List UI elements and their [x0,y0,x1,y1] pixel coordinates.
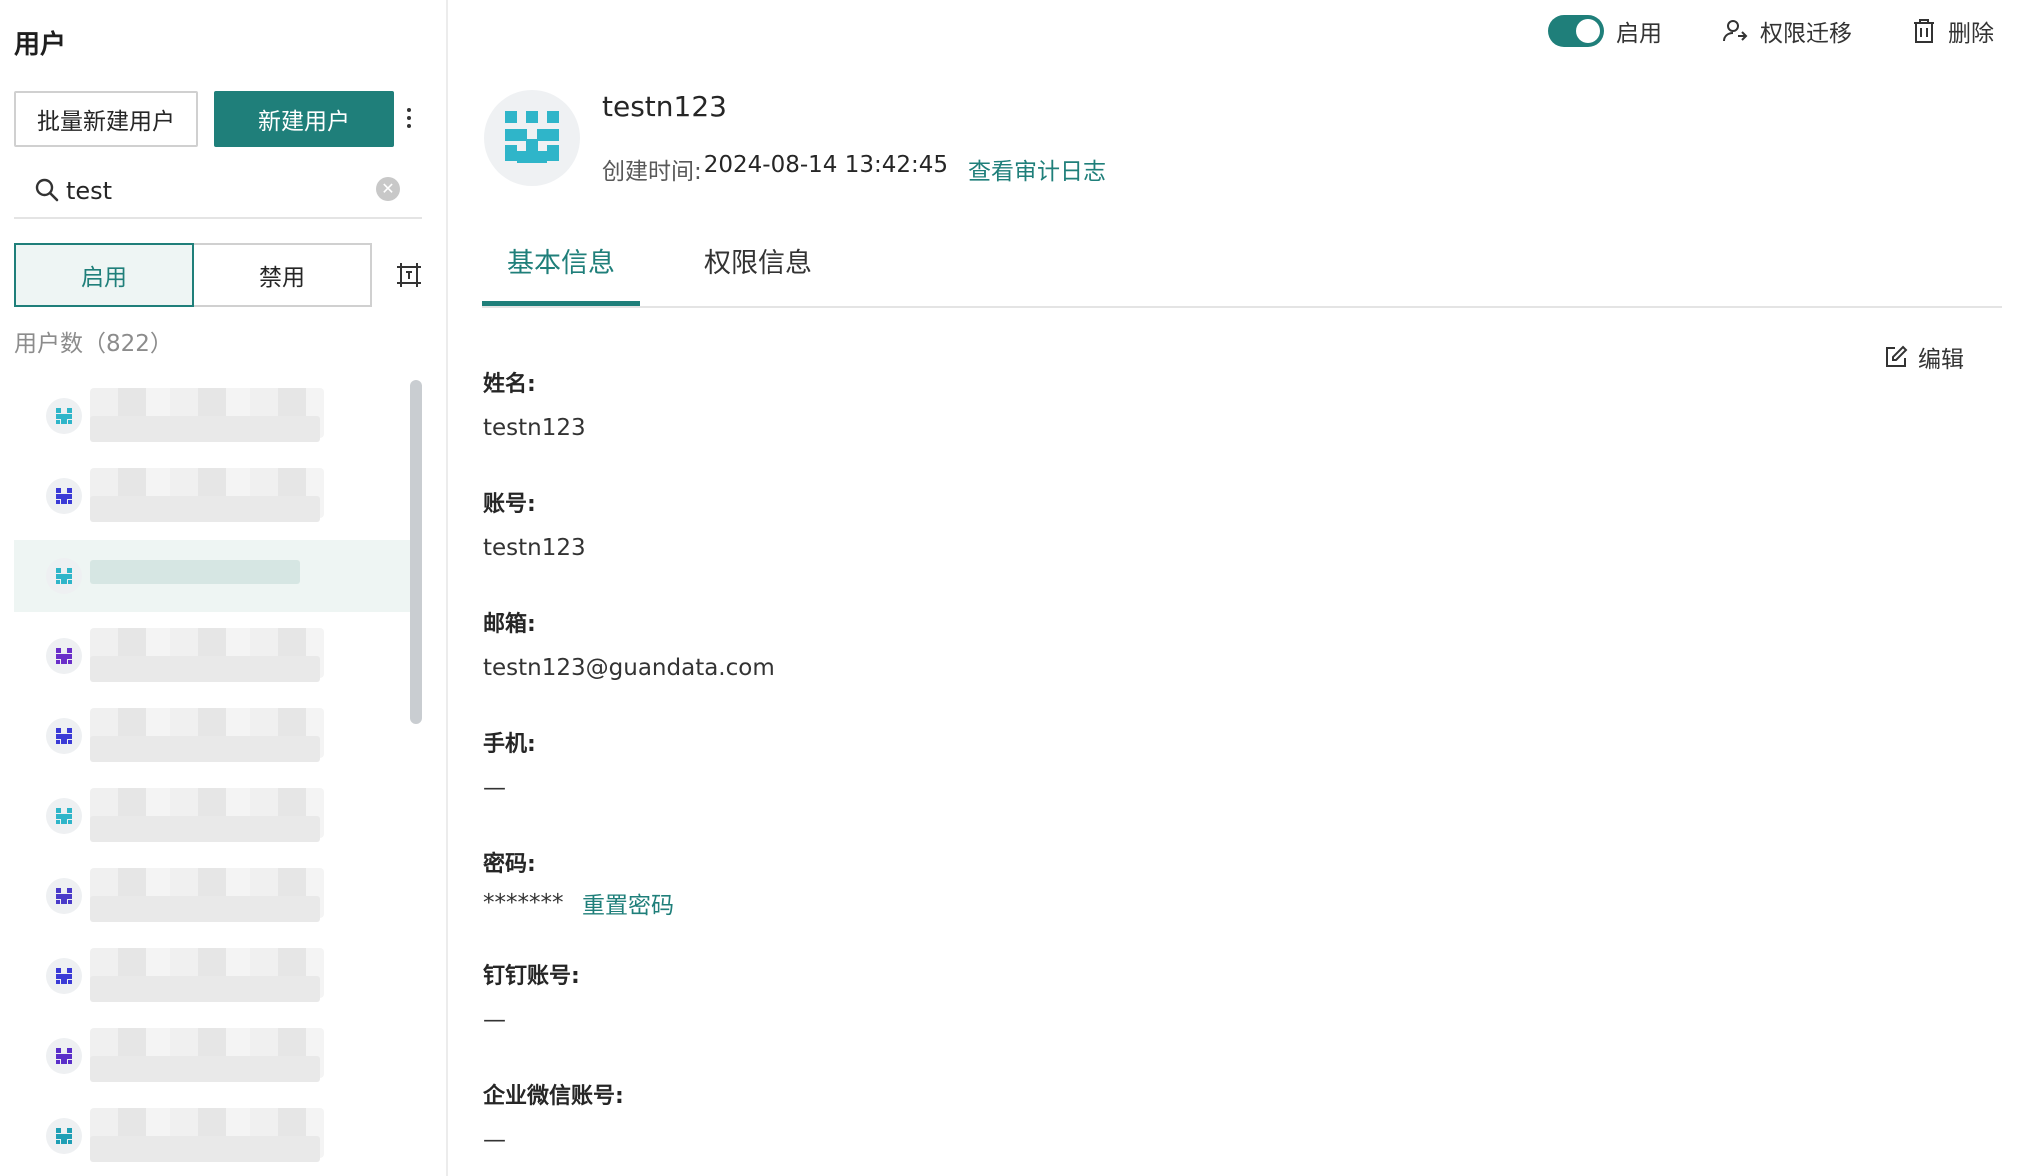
detail-tabs: 基本信息 权限信息 [482,244,2002,308]
filter-disabled-tab[interactable]: 禁用 [192,243,372,307]
created-value: 2024-08-14 13:42:45 [703,152,949,178]
name-value: testn123 [483,415,586,441]
created-time: 创建时间: 2024-08-14 13:42:45 查看审计日志 [602,152,1106,186]
user-account-blurred [90,1136,320,1162]
user-account-blurred [90,416,320,442]
batch-create-user-button[interactable]: 批量新建用户 [14,91,198,147]
reset-password-link[interactable]: 重置密码 [582,886,674,920]
user-detail: 启用 权限迁移 删除 testn123 创建时间: 2024-08-14 13:… [450,0,2018,1176]
user-account-blurred [90,816,320,842]
user-avatar-small [46,638,82,674]
user-account-blurred [90,736,320,762]
clear-icon[interactable]: ✕ [376,177,400,201]
dingtalk-value: — [483,1007,506,1033]
user-account-blurred [90,896,320,922]
tab-basic-info[interactable]: 基本信息 [482,244,640,306]
user-name-title: testn123 [602,90,727,123]
delete-label: 删除 [1948,21,1994,47]
user-avatar-small [46,558,82,594]
phone-label: 手机: [483,732,536,757]
user-list-item[interactable] [14,860,410,932]
user-list-item[interactable] [14,700,410,772]
search-icon [35,178,59,202]
filter-enabled-tab[interactable]: 启用 [14,243,194,307]
user-sidebar: 用户 批量新建用户 新建用户 ✕ 启用 禁用 用户数（822） [0,0,448,1176]
name-label: 姓名: [483,372,536,397]
phone-value: — [483,775,506,801]
user-list-item[interactable] [14,460,410,532]
audit-log-link[interactable]: 查看审计日志 [968,152,1106,186]
user-list-item[interactable] [14,1020,410,1092]
user-avatar [484,90,580,186]
user-list-item[interactable] [14,780,410,852]
user-transfer-icon [1723,20,1748,42]
search-input[interactable] [66,173,366,209]
detail-toolbar: 启用 权限迁移 删除 [1548,14,1994,48]
user-count: 用户数（822） [14,331,173,357]
user-avatar-small [46,798,82,834]
user-avatar-small [46,958,82,994]
status-label: 启用 [1616,21,1662,47]
user-account-blurred [90,496,320,522]
edit-icon [1886,345,1908,367]
account-value: testn123 [483,535,586,561]
created-label: 创建时间: [602,159,702,185]
user-avatar-small [46,478,82,514]
user-account-blurred [90,656,320,682]
password-label: 密码: [483,852,536,877]
more-icon[interactable] [398,100,420,136]
wecom-label: 企业微信账号: [483,1084,624,1109]
tab-permission-info[interactable]: 权限信息 [704,244,812,306]
sidebar-title: 用户 [14,30,67,60]
status-toggle[interactable] [1548,15,1604,47]
dingtalk-label: 钉钉账号: [483,964,580,989]
user-list-item[interactable] [14,620,410,692]
user-account-blurred [90,1056,320,1082]
wecom-value: — [483,1127,506,1153]
user-avatar-small [46,1038,82,1074]
permission-transfer-button[interactable]: 权限迁移 [1722,14,1852,48]
user-list-item[interactable] [14,540,410,612]
user-account-blurred [90,976,320,1002]
account-label: 账号: [483,492,536,517]
delete-button[interactable]: 删除 [1912,14,1994,48]
status-toggle-group[interactable]: 启用 [1548,14,1662,48]
edit-label: 编辑 [1918,347,1964,373]
transfer-label: 权限迁移 [1760,21,1852,47]
password-value: ******* [483,890,564,916]
avatar-pattern-icon [505,111,559,163]
expand-icon[interactable] [394,260,424,290]
edit-button[interactable]: 编辑 [1884,340,1964,374]
user-account-blurred [90,560,300,584]
user-list-item[interactable] [14,1100,410,1172]
email-value: testn123@guandata.com [483,655,775,681]
user-list-item[interactable] [14,380,410,452]
user-avatar-small [46,1118,82,1154]
create-user-button[interactable]: 新建用户 [214,91,394,147]
email-label: 邮箱: [483,612,536,637]
trash-icon [1914,19,1934,43]
user-list-item[interactable] [14,940,410,1012]
user-avatar-small [46,718,82,754]
scrollbar[interactable] [410,380,422,724]
user-avatar-small [46,398,82,434]
user-search: ✕ [14,165,422,219]
user-avatar-small [46,878,82,914]
